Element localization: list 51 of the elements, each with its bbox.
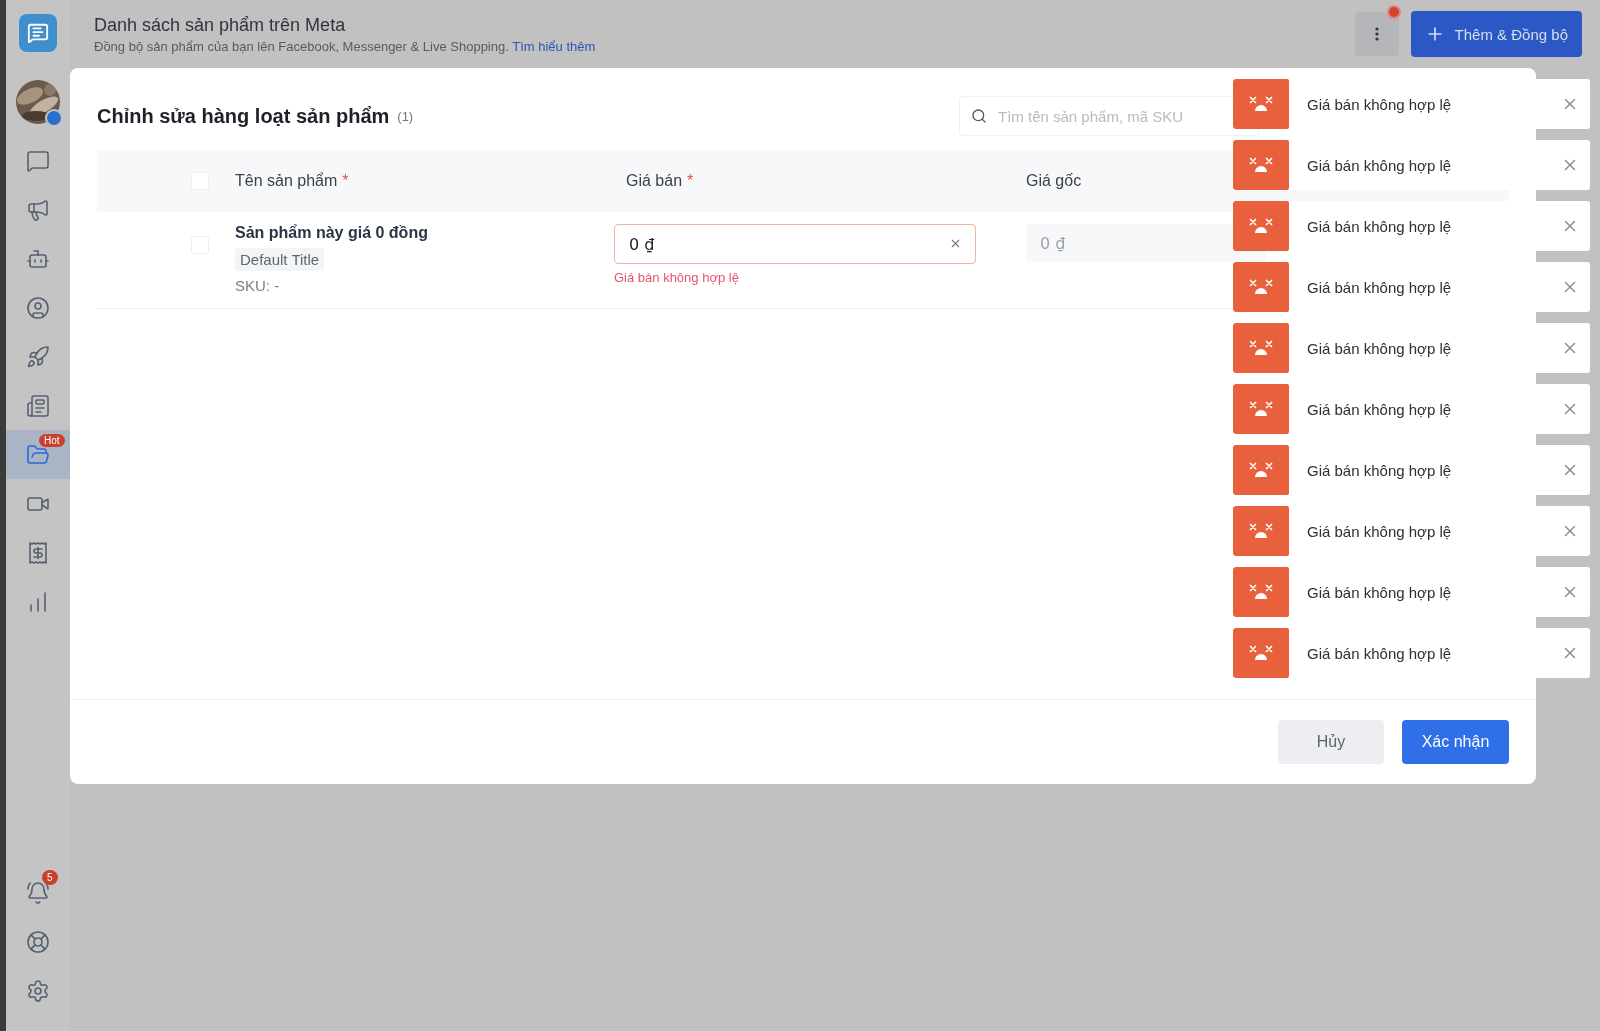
modal-title: Chỉnh sửa hàng loạt sản phẩm [97,104,390,128]
required-mark: * [687,172,694,189]
error-message: Giá bán không hợp lệ [614,270,739,285]
sidebar-item[interactable]: Hot [6,430,70,479]
page-title: Danh sách sản phẩm trên Meta [94,14,347,36]
more-button[interactable] [1354,12,1399,56]
column-header: Tên sản phẩm [235,172,338,189]
toast-message: Giá bán không hợp lệ [1306,400,1453,418]
rocket-icon [26,344,50,369]
column-header: Giá gốc [1026,172,1082,189]
badge: Hot [39,434,65,447]
learn-more-link[interactable]: Tìm hiểu thêm [512,38,596,54]
toast-message: Giá bán không hợp lệ [1306,156,1453,174]
search-field[interactable]: Tìm tên sản phẩm, mã SKU [959,96,1259,136]
megaphone-icon [26,197,50,222]
sidebar-item[interactable]: 5 [6,868,70,917]
document-icon [26,393,50,418]
receipt-icon [26,540,50,565]
toast-message: Giá bán không hợp lệ [1306,339,1453,357]
sku-text: SKU: - [235,277,280,294]
app-logo[interactable] [19,14,57,52]
confirm-button[interactable]: Xác nhận [1402,720,1509,764]
cancel-button[interactable]: Hủy [1278,720,1384,764]
item-count: (1) [397,108,415,124]
toast-message: Giá bán không hợp lệ [1306,217,1453,235]
required-mark: * [342,172,349,189]
help-icon [26,929,50,954]
more-icon [1374,27,1379,41]
toast-message: Giá bán không hợp lệ [1306,644,1453,662]
original-price-field[interactable]: 0 ₫ [1026,224,1266,262]
product-name: Sản phẩm này giá 0 đồng [235,224,428,242]
toast-message: Giá bán không hợp lệ [1306,522,1453,540]
facebook-badge-icon [45,109,63,127]
search-icon [971,108,987,124]
chat-icon [27,22,49,44]
price-field[interactable]: 0 ₫ [614,224,976,264]
badge: 5 [42,870,58,885]
page-subtitle: Đồng bộ sản phẩm của bạn lên Facebook, Messenger & Live Shopping. Tìm hiểu thêm [94,38,597,54]
clear-icon[interactable] [949,237,962,250]
catalog-icon [26,442,50,467]
column-header: Giá bán [626,172,683,189]
add-sync-button[interactable]: Thêm & Đồng bộ [1410,11,1582,57]
toast-message: Giá bán không hợp lệ [1306,583,1453,601]
variant-tag: Default Title [235,248,325,271]
user-icon [26,295,50,320]
toast-message: Giá bán không hợp lệ [1306,461,1453,479]
bell-icon [26,880,50,905]
chat-icon [26,148,50,173]
toast-message: Giá bán không hợp lệ [1306,278,1453,296]
toast-message: Giá bán không hợp lệ [1306,95,1453,113]
settings-icon [26,978,50,1003]
